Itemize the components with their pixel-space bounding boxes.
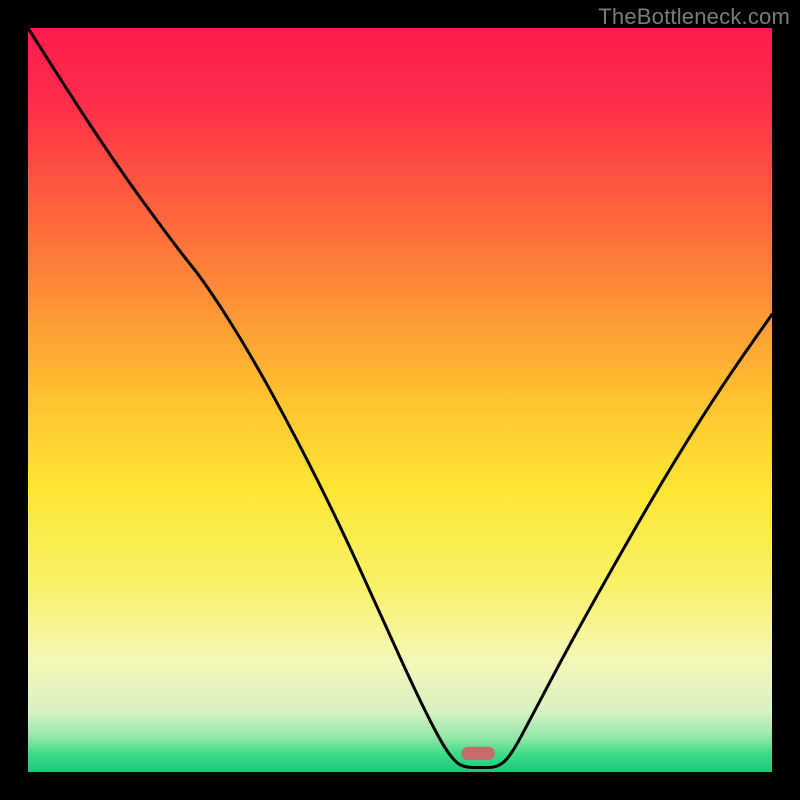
optimal-marker [461,747,495,760]
bottleneck-chart [28,28,772,772]
plot-area [28,28,772,772]
chart-frame: TheBottleneck.com [0,0,800,800]
watermark-text: TheBottleneck.com [598,4,790,30]
